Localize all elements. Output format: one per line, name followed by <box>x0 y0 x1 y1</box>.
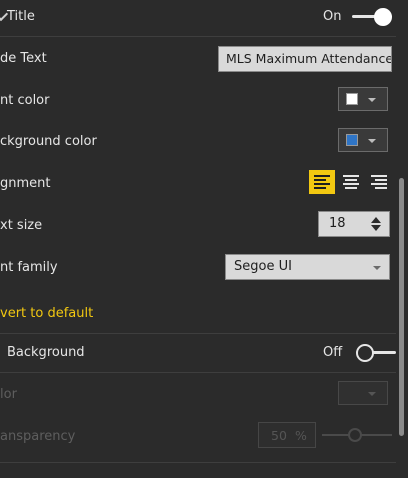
slider-thumb[interactable] <box>348 428 362 442</box>
section-title: Title <box>7 9 35 24</box>
toggle-knob <box>374 8 392 26</box>
caret-down-icon <box>373 266 381 270</box>
font-family-label: nt family <box>0 260 58 275</box>
divider <box>0 36 396 37</box>
scrollbar-thumb[interactable] <box>399 178 404 436</box>
font-family-select[interactable]: Segoe UI <box>225 254 390 280</box>
transparency-value: 50 <box>271 428 287 443</box>
transparency-input[interactable]: 50 % <box>258 422 316 448</box>
format-panel: Title On de Text MLS Maximum Attendance … <box>0 0 396 478</box>
background-color-swatch <box>346 134 358 146</box>
scrollbar[interactable] <box>396 0 408 478</box>
background-color-picker[interactable] <box>338 128 388 152</box>
title-toggle-label: On <box>323 9 342 24</box>
align-right-button[interactable] <box>366 170 392 194</box>
chevron-up-icon[interactable] <box>371 217 381 223</box>
align-left-icon <box>314 175 330 177</box>
divider <box>0 372 396 373</box>
align-right-icon <box>371 175 387 177</box>
text-size-stepper[interactable]: 18 <box>318 211 390 237</box>
font-color-label: nt color <box>0 93 50 108</box>
title-text-label: de Text <box>0 51 47 66</box>
transparency-unit: % <box>295 428 307 443</box>
icon-line <box>375 179 387 181</box>
transparency-label: ansparency <box>0 429 76 444</box>
alignment-group <box>309 170 393 194</box>
icon-line <box>345 179 357 181</box>
caret-down-icon <box>368 139 376 143</box>
section-title: Background <box>7 345 85 360</box>
bg-color-picker[interactable] <box>338 381 388 405</box>
background-toggle-label: Off <box>323 345 343 360</box>
background-toggle[interactable] <box>356 344 396 362</box>
icon-line <box>314 183 330 185</box>
revert-to-default-link[interactable]: vert to default <box>0 306 93 321</box>
caret-down-icon <box>368 392 376 396</box>
background-color-label: ckground color <box>0 134 97 149</box>
icon-line <box>314 187 326 189</box>
align-left-button[interactable] <box>309 170 335 194</box>
divider <box>0 333 396 334</box>
icon-line <box>314 179 326 181</box>
toggle-knob <box>356 344 374 362</box>
caret-down-icon <box>368 98 376 102</box>
font-family-value: Segoe UI <box>234 259 292 274</box>
divider <box>0 462 396 463</box>
title-toggle[interactable] <box>352 8 392 26</box>
icon-line <box>375 187 387 189</box>
icon-line <box>343 183 359 185</box>
bg-color-label: lor <box>0 387 17 402</box>
font-color-swatch <box>346 93 358 105</box>
icon-line <box>371 183 387 185</box>
transparency-slider[interactable] <box>322 428 392 442</box>
background-section-header[interactable]: Background Off <box>0 336 396 370</box>
chevron-down-icon[interactable] <box>371 225 381 231</box>
font-color-picker[interactable] <box>338 87 388 111</box>
text-size-label: xt size <box>0 218 43 233</box>
alignment-label: gnment <box>0 176 51 191</box>
title-text-input[interactable]: MLS Maximum Attendance <box>218 46 392 72</box>
align-center-icon <box>343 175 359 177</box>
title-section-header[interactable]: Title On <box>0 0 396 34</box>
align-center-button[interactable] <box>338 170 364 194</box>
text-size-value: 18 <box>329 216 346 231</box>
icon-line <box>345 187 357 189</box>
